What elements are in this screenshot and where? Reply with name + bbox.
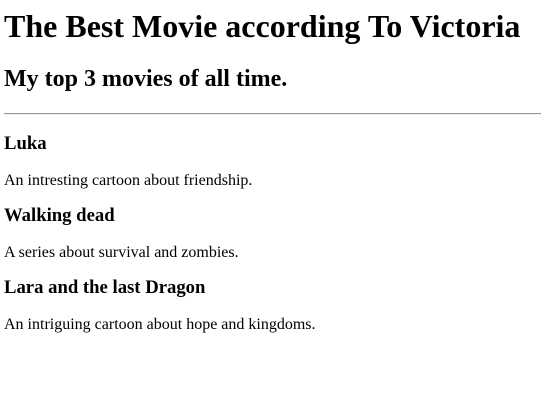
- page-title: The Best Movie according To Victoria: [4, 8, 521, 44]
- movie-list: Luka An intresting cartoon about friends…: [4, 133, 541, 334]
- movie-description: A series about survival and zombies.: [4, 244, 239, 261]
- movie-item-walking-dead: Walking dead A series about survival and…: [4, 205, 541, 262]
- movie-item-lara: Lara and the last Dragon An intriguing c…: [4, 277, 541, 334]
- movie-item-luka: Luka An intresting cartoon about friends…: [4, 133, 541, 190]
- movie-title: Lara and the last Dragon: [4, 277, 206, 298]
- divider: [4, 113, 541, 115]
- movie-description: An intriguing cartoon about hope and kin…: [4, 316, 316, 333]
- page-subtitle: My top 3 movies of all time.: [4, 66, 288, 92]
- movie-description: An intresting cartoon about friendship.: [4, 172, 253, 189]
- movie-title: Luka: [4, 133, 47, 154]
- movie-title: Walking dead: [4, 205, 115, 226]
